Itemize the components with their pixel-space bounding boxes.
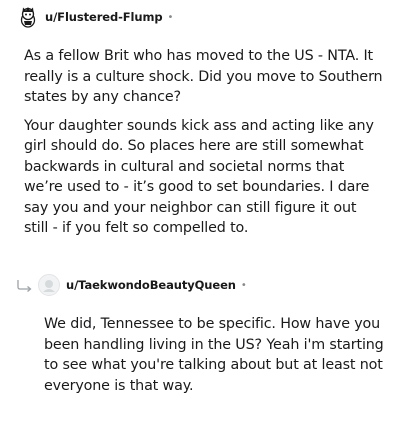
comment-paragraph: Your daughter sounds kick ass and acting… bbox=[24, 117, 374, 237]
comment-body: As a fellow Brit who has moved to the US… bbox=[24, 46, 384, 247]
reply-arrow-icon bbox=[16, 278, 34, 292]
comment-paragraph: We did, Tennessee to be specific. How ha… bbox=[44, 316, 384, 394]
comment-flustered-flump: u/Flustered-Flump • As a fellow Brit who… bbox=[0, 6, 400, 236]
snoo-avatar-icon[interactable] bbox=[17, 6, 39, 28]
comment-paragraph: As a fellow Brit who has moved to the US… bbox=[24, 48, 383, 105]
comment-header: u/Flustered-Flump • bbox=[0, 6, 400, 28]
separator-dot: • bbox=[240, 279, 247, 291]
comment-username[interactable]: u/TaekwondoBeautyQueen bbox=[66, 278, 236, 292]
comment-header: u/TaekwondoBeautyQueen • bbox=[0, 274, 400, 296]
separator-dot: • bbox=[167, 11, 174, 23]
comment-username[interactable]: u/Flustered-Flump bbox=[45, 10, 163, 24]
comment-taekwondo-beauty-queen: u/TaekwondoBeautyQueen • We did, Tenness… bbox=[0, 274, 400, 394]
comment-body: We did, Tennessee to be specific. How ha… bbox=[44, 314, 384, 396]
default-avatar-icon[interactable] bbox=[38, 274, 60, 296]
